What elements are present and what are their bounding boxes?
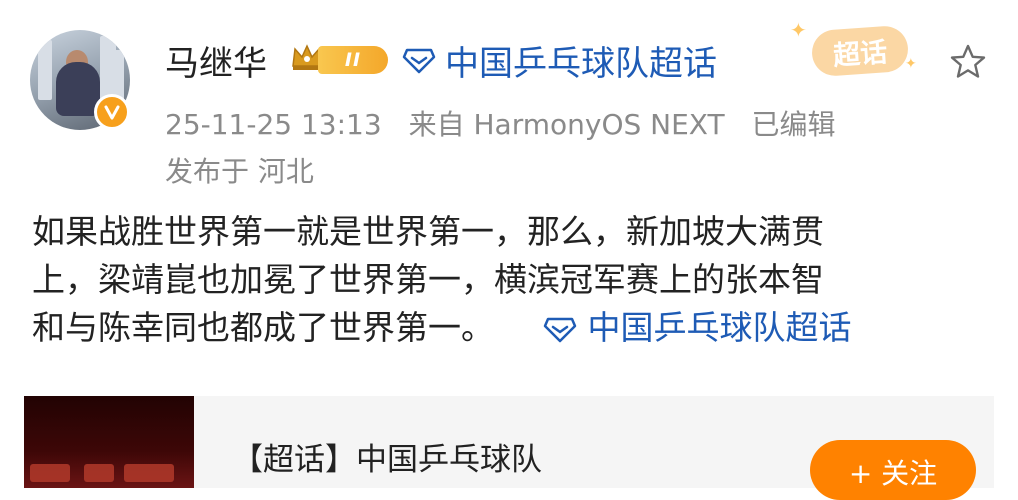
topic-diamond-icon bbox=[402, 48, 436, 74]
super-topic-badge[interactable]: 超话 bbox=[810, 24, 910, 78]
content-text: 和与陈幸同也都成了世界第一。 bbox=[32, 308, 494, 347]
post-timestamp: 25-11-25 13:13 bbox=[165, 108, 382, 141]
topic-diamond-icon bbox=[543, 317, 577, 343]
content-line: 如果战胜世界第一就是世界第一，那么，新加坡大满贯 bbox=[32, 212, 824, 251]
follow-button[interactable]: + 关注 bbox=[810, 440, 976, 500]
content-line: 上，梁靖崑也加冕了世界第一，横滨冠军赛上的张本智 bbox=[32, 260, 824, 299]
star-icon[interactable] bbox=[948, 42, 988, 82]
author-name[interactable]: 马继华 bbox=[165, 36, 267, 85]
sparkle-icon: ✦ bbox=[905, 56, 917, 72]
post-meta: 25-11-25 13:13 来自 HarmonyOS NEXT 已编辑 bbox=[165, 103, 854, 143]
content-topic-link[interactable]: 中国乒乓球队超话 bbox=[588, 308, 852, 347]
vip-level-badge: II bbox=[318, 46, 388, 74]
post-source[interactable]: 来自 HarmonyOS NEXT bbox=[409, 108, 725, 141]
edited-label[interactable]: 已编辑 bbox=[752, 108, 836, 141]
content-line: 和与陈幸同也都成了世界第一。 中国乒乓球队超话 bbox=[32, 304, 992, 352]
topic-card-title[interactable]: 【超话】中国乒乓球队 bbox=[232, 434, 542, 479]
header-topic-link[interactable]: 中国乒乓球队超话 bbox=[445, 36, 717, 85]
post-location: 发布于 河北 bbox=[165, 155, 314, 188]
verified-badge-icon bbox=[94, 94, 130, 130]
sparkle-icon: ✦ bbox=[790, 18, 807, 42]
topic-card-thumbnail bbox=[24, 396, 194, 488]
post-content: 如果战胜世界第一就是世界第一，那么，新加坡大满贯 上，梁靖崑也加冕了世界第一，横… bbox=[32, 208, 992, 352]
topic-card[interactable]: 【超话】中国乒乓球队 + 关注 bbox=[24, 396, 994, 500]
